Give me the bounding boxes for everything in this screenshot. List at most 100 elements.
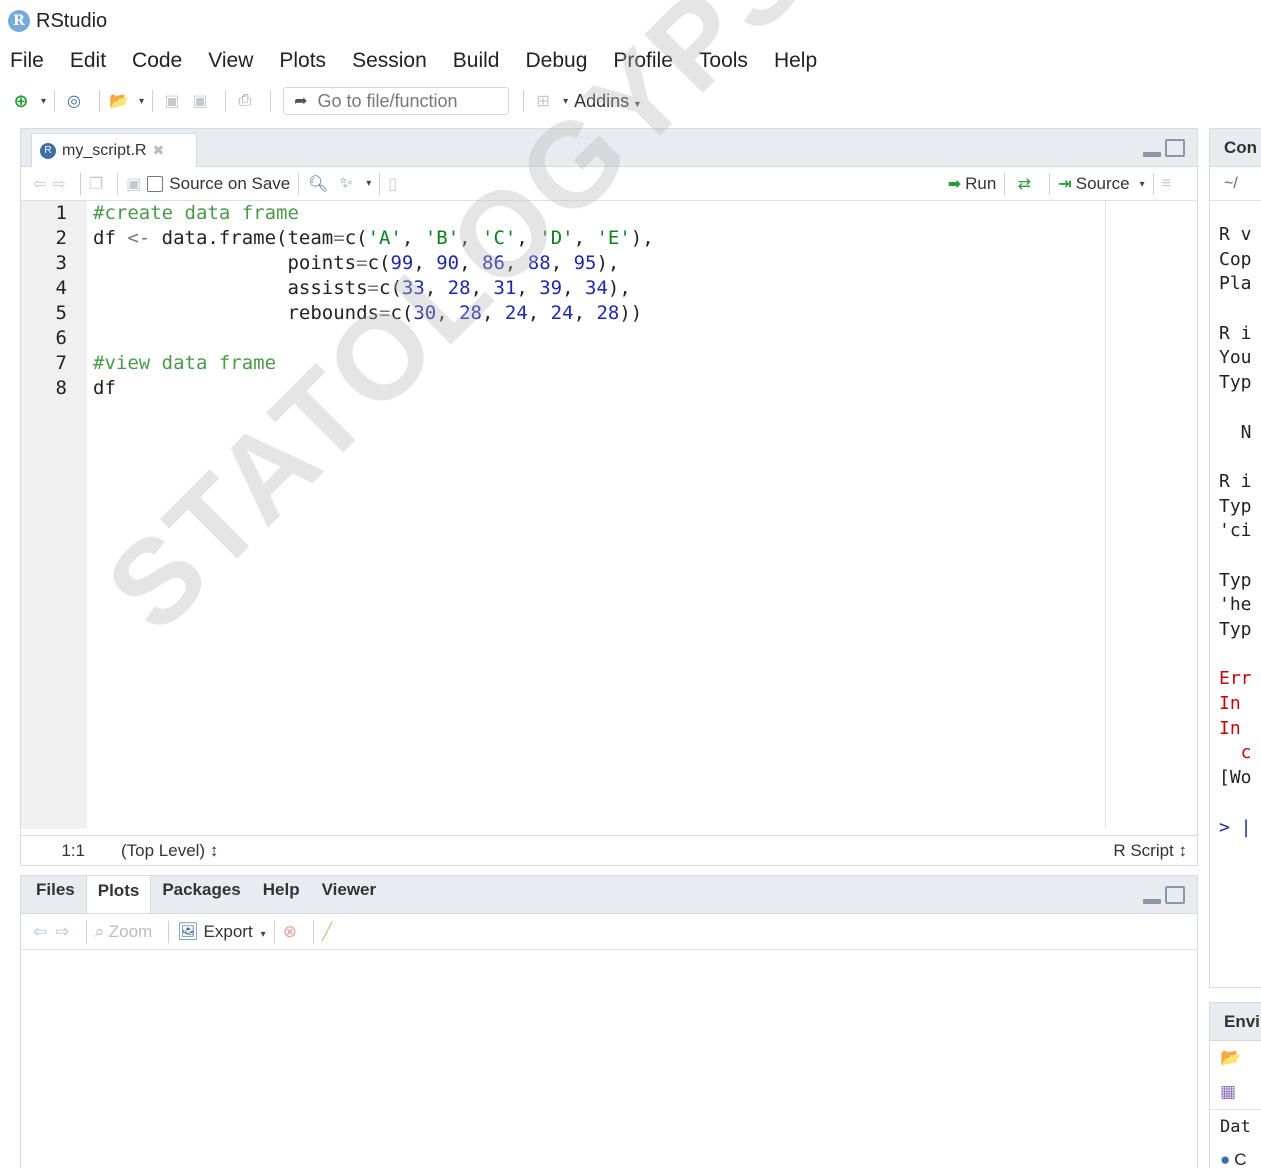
new-file-icon[interactable]: ⊕ [10,88,32,114]
compile-report-icon[interactable]: ▯ [388,174,397,194]
scope-selector[interactable]: (Top Level) ↕ [121,841,218,861]
code-editor[interactable]: 12345678 #create data frame df <- data.fr… [21,201,1197,829]
editor-right-tools: ➡ Run ⇄ ⇥ Source ▾ ≡ [948,167,1177,201]
tab-console[interactable]: Con [1210,129,1261,167]
minimize-pane-button[interactable] [1143,152,1161,157]
code-line[interactable]: df [93,376,654,401]
go-to-arrow-icon: ➦ [294,93,308,110]
code-line[interactable]: points=c(99, 90, 86, 88, 95), [93,251,654,276]
menu-item-session[interactable]: Session [352,49,427,73]
print-icon[interactable]: ⎙ [234,88,256,114]
new-project-icon[interactable]: ◎ [63,88,85,114]
code-line[interactable]: #view data frame [93,351,654,376]
env-object-label: C [1234,1150,1247,1168]
tab-my-script[interactable]: R my_script.R ✖ [31,133,197,167]
search-icon[interactable]: 🔍︎ [307,171,329,197]
code-line[interactable]: df <- data.frame(team=c('A', 'B', 'C', '… [93,226,654,251]
menu-item-code[interactable]: Code [132,49,182,73]
load-workspace-icon[interactable]: 📂 [1210,1041,1261,1075]
save-icon[interactable]: ▣ [161,88,183,114]
minimize-pane-button[interactable] [1143,899,1161,904]
zoom-label: Zoom [108,921,153,941]
tab-packages[interactable]: Packages [151,875,251,913]
code-token: c( [379,277,402,299]
save-all-icon[interactable]: ▣ [189,88,211,114]
line-number: 5 [55,302,67,324]
outline-icon[interactable]: ≡ [1162,175,1171,193]
import-dataset-icon[interactable]: ▦ [1210,1075,1261,1109]
close-tab-icon[interactable]: ✖ [152,142,164,159]
console-line: R v [1219,224,1252,245]
line-number: 6 [55,327,67,349]
addins-menu[interactable]: Addins ▾ [574,91,640,112]
code-token: 30 [413,302,437,324]
next-plot-icon[interactable]: ⇨ [55,922,69,942]
previous-plot-icon[interactable]: ⇦ [33,922,47,942]
export-button[interactable]: 🖼︎ Export ▾ [177,922,265,942]
tab-help[interactable]: Help [252,875,311,913]
menu-item-file[interactable]: File [10,49,44,73]
code-token: 'B' [424,227,460,249]
forward-arrow-icon[interactable]: ⇨ [52,174,65,194]
clear-plots-broom-icon[interactable]: ╱ [322,922,332,942]
new-file-dropdown-icon[interactable]: ▾ [41,96,46,107]
menu-item-view[interactable]: View [208,49,253,73]
toolbar-separator [270,90,272,112]
source-label: Source [1075,174,1130,193]
menu-item-build[interactable]: Build [453,49,500,73]
toolbar-separator [379,172,381,195]
code-content[interactable]: #create data frame df <- data.frame(team=… [93,201,654,401]
console-line: In [1219,717,1241,739]
files-plots-pane: Files Plots Packages Help Viewer ⇦ ⇨ ⌕ Zoom … [20,875,1198,1168]
toolbar-separator [523,90,525,112]
menu-item-plots[interactable]: Plots [279,49,326,73]
remove-plot-icon[interactable]: ⊗ [283,922,297,942]
file-type-selector[interactable]: R Script ↕ [1113,841,1187,861]
menu-item-profile[interactable]: Profile [613,49,673,73]
code-line[interactable]: #create data frame [93,201,654,226]
menu-item-debug[interactable]: Debug [525,49,587,73]
console-line: c [1219,742,1252,764]
back-arrow-icon[interactable]: ⇦ [33,174,46,194]
source-on-save-checkbox[interactable] [147,175,164,192]
show-in-window-icon[interactable]: ❐ [89,174,103,194]
zoom-button[interactable]: ⌕ Zoom [95,922,153,942]
maximize-pane-button[interactable] [1165,139,1185,157]
export-dropdown-icon: ▾ [260,928,266,940]
toolbar-separator [117,172,119,195]
code-line[interactable]: assists=c(33, 28, 31, 39, 34), [93,276,654,301]
source-dropdown-icon: ▾ [1139,178,1145,190]
save-icon[interactable]: ▣ [126,174,141,194]
menu-item-help[interactable]: Help [774,49,817,73]
code-tools-wand-icon[interactable]: ✨︎ [335,171,357,197]
run-arrow-icon: ➡ [947,176,962,193]
workspace-panes-dropdown-icon[interactable]: ▾ [563,96,568,107]
source-button[interactable]: ⇥ Source ▾ [1058,174,1144,194]
code-token: #view data frame [93,352,277,374]
source-window-buttons [1143,139,1185,157]
code-tools-dropdown-icon[interactable]: ▾ [366,178,371,189]
tab-files[interactable]: Files [25,875,86,913]
maximize-pane-button[interactable] [1165,886,1185,904]
code-token: 28 [596,302,620,324]
tab-plots[interactable]: Plots [85,875,152,913]
open-file-dropdown-icon[interactable]: ▾ [139,96,144,107]
toolbar-separator [1152,173,1154,195]
code-line[interactable] [93,326,654,351]
open-file-icon[interactable]: 📂 [108,88,130,114]
line-number: 3 [55,252,67,274]
expand-object-icon[interactable]: ● [1220,1150,1230,1168]
console-output[interactable]: R v Cop Pla R i You Typ N R i Typ 'ci Typ 'he Typ Er… [1219,223,1252,840]
rerun-icon[interactable]: ⇄ [1013,171,1035,197]
menu-item-tools[interactable]: Tools [699,49,748,73]
workspace-panes-icon[interactable]: ⊞ [532,88,554,114]
go-to-file-input[interactable]: ➦ Go to file/function [283,87,510,115]
export-label: Export [203,921,253,941]
tab-viewer[interactable]: Viewer [311,875,388,913]
tab-environment[interactable]: Envi [1210,1003,1261,1041]
code-line[interactable]: rebounds=c(30, 28, 24, 24, 28)) [93,301,654,326]
env-object-row[interactable]: ● C [1210,1143,1261,1168]
run-button[interactable]: ➡ Run [948,174,997,194]
menu-item-edit[interactable]: Edit [70,49,106,73]
